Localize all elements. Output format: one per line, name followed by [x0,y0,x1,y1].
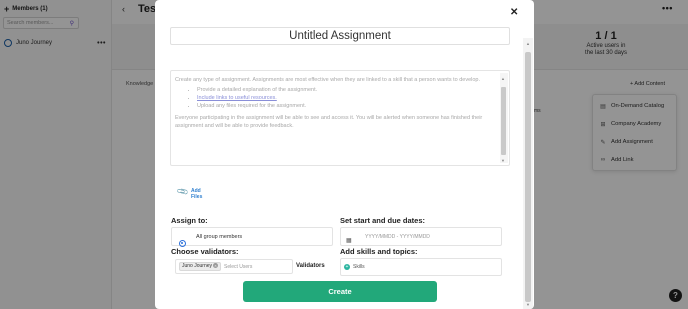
assignment-description-editor[interactable]: Create any type of assignment. Assignmen… [170,70,510,166]
assignment-modal: ✕ Untitled Assignment Create any type of… [155,0,534,309]
assign-to-value: All group members [196,234,243,240]
scroll-up-icon[interactable]: ▲ [501,75,505,83]
description-link: Include links to useful resources. [197,95,277,101]
date-range-input[interactable]: ▦ YYYY/MMDD - YYYY/MMDD [340,227,502,246]
modal-scrollbar[interactable]: ▲ ▼ [523,38,533,309]
remove-chip-icon[interactable]: × [213,263,219,268]
description-scrollbar[interactable]: ▲ ▼ [500,73,508,163]
validators-placeholder: Select Users [224,264,253,270]
dates-label: Set start and due dates: [340,216,426,225]
close-icon[interactable]: ✕ [510,7,518,18]
assignment-title-input[interactable]: Untitled Assignment [170,27,510,45]
create-button[interactable]: Create [243,281,437,302]
validator-chip[interactable]: Juno Journey × [179,262,222,271]
assign-to-field[interactable]: All group members [171,227,333,247]
modal-scroll-thumb[interactable] [525,52,531,302]
validators-button[interactable]: Validators [296,263,325,269]
skills-field[interactable]: + Skills [340,258,502,276]
skills-value: Skills [353,264,365,270]
scroll-down-icon[interactable]: ▼ [501,157,505,165]
add-circle-icon: + [344,264,350,270]
calendar-icon: ▦ [346,238,352,244]
skills-label: Add skills and topics: [340,247,418,256]
validators-label: Choose validators: [171,247,239,256]
radio-selected-icon[interactable] [179,240,186,247]
description-bullets: Provide a detailed explanation of the as… [197,86,493,110]
paperclip-icon: 📎 [176,185,190,199]
assign-to-label: Assign to: [171,216,208,225]
add-files-button[interactable]: 📎 Add Files [176,185,202,200]
add-skill-button[interactable]: + Skills [344,264,365,270]
modal-scroll-down-icon[interactable]: ▼ [526,302,530,307]
description-scroll-thumb[interactable] [501,87,506,155]
validators-input[interactable]: Juno Journey × Select Users [175,259,293,274]
modal-scroll-up-icon[interactable]: ▲ [526,41,530,46]
date-range-placeholder: YYYY/MMDD - YYYY/MMDD [365,234,430,240]
